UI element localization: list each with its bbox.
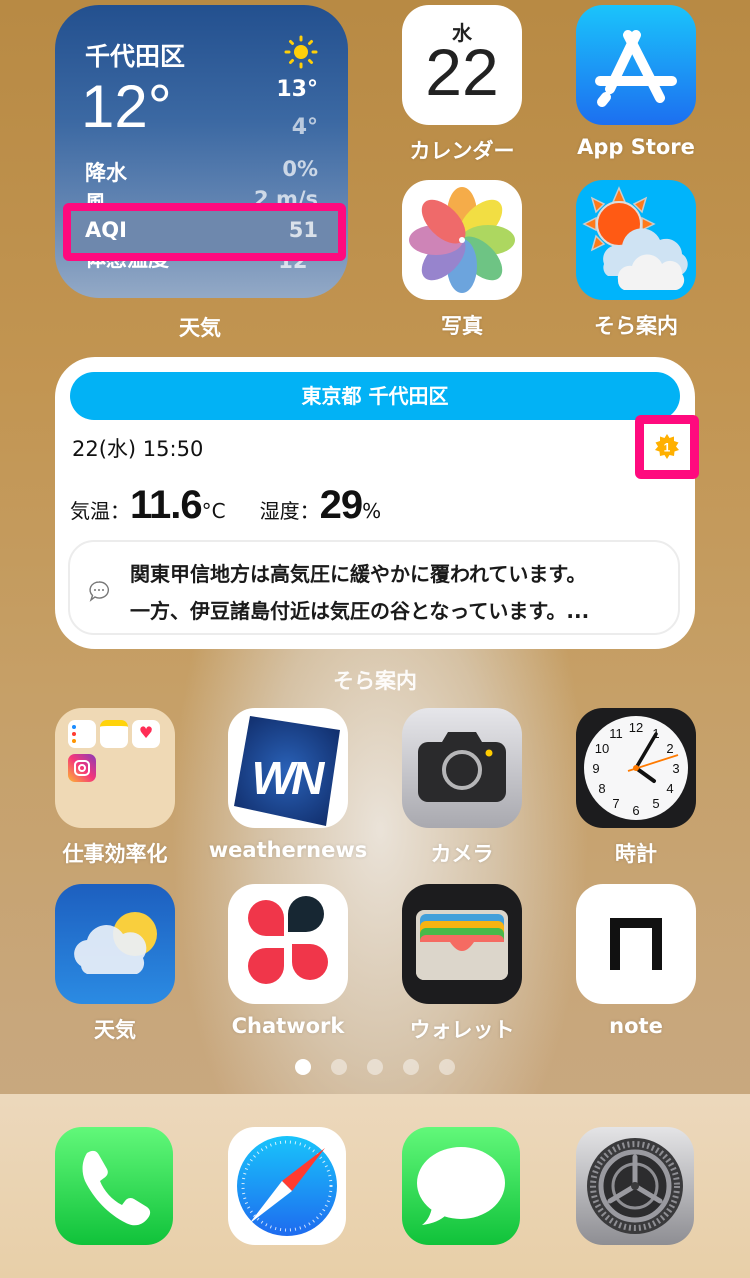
messages-icon [417, 1147, 505, 1225]
warning-level-badge-icon: 1 [655, 434, 679, 459]
app-label: そら案内 [594, 314, 678, 338]
app-folder-productivity[interactable]: ♥ 仕事効率化 [55, 708, 175, 868]
note-icon [576, 884, 696, 1004]
app-app-store[interactable]: App Store [576, 5, 696, 159]
dock-safari[interactable] [228, 1127, 346, 1245]
dock-settings[interactable] [576, 1127, 694, 1245]
app-photos[interactable]: 写真 [402, 180, 522, 340]
temp-label: 気温： [70, 499, 130, 523]
app-label: Chatwork [231, 1014, 345, 1038]
temp-unit: °C [201, 499, 226, 523]
row-value: 0% [282, 157, 318, 181]
sora-annai-widget[interactable]: 東京都 千代田区 22(水) 15:50 1 気温： 11.6 °C 湿度： 2… [55, 357, 699, 649]
weather-city: 千代田区 [85, 42, 186, 71]
message-line: 一方、伊豆諸島付近は気圧の谷となっています。... [130, 599, 590, 623]
calendar-icon: 水 22 [402, 5, 522, 125]
weather-widget-label: 天気 [179, 316, 221, 340]
weather-low: 4° [291, 115, 318, 140]
svg-text:10: 10 [595, 741, 609, 756]
svg-text:3: 3 [672, 761, 679, 776]
gear-icon [587, 1138, 683, 1234]
app-sora-annai[interactable]: そら案内 [576, 180, 696, 340]
badge-value: 1 [664, 441, 671, 455]
app-weathernews[interactable]: WN weathernews [209, 708, 367, 862]
app-label: weathernews [208, 838, 368, 862]
app-note[interactable]: note [576, 884, 696, 1038]
folder-icon: ♥ [55, 708, 175, 828]
svg-text:2: 2 [666, 741, 673, 756]
svg-text:4: 4 [666, 781, 673, 796]
svg-text:8: 8 [598, 781, 605, 796]
photos-icon [402, 180, 522, 300]
sora-annai-icon [576, 180, 696, 300]
page-dot[interactable] [403, 1059, 419, 1075]
svg-text:6: 6 [632, 803, 639, 818]
app-chatwork[interactable]: Chatwork [228, 884, 348, 1038]
clock-icon: 1212 345 678 91011 [576, 708, 696, 828]
speech-bubble-icon [89, 581, 110, 602]
app-label: 仕事効率化 [62, 842, 168, 866]
calendar-day: 22 [425, 35, 499, 109]
app-camera[interactable]: カメラ [402, 708, 522, 868]
svg-text:5: 5 [652, 796, 659, 811]
svg-text:WN: WN [252, 752, 325, 804]
page-dot[interactable] [295, 1059, 311, 1075]
weathernews-icon: WN [228, 708, 348, 828]
instagram-mini-icon [68, 754, 96, 782]
sora-message-box[interactable]: 関東甲信地方は高気圧に緩やかに覆われています。 一方、伊豆諸島付近は気圧の谷とな… [68, 540, 680, 635]
humidity-label: 湿度： [259, 499, 320, 523]
app-label: カレンダー [409, 139, 515, 163]
svg-text:9: 9 [592, 761, 599, 776]
sun-icon [284, 35, 318, 69]
app-label: 時計 [615, 842, 657, 866]
chatwork-icon [228, 884, 348, 1004]
sora-widget-label: そら案内 [333, 669, 417, 693]
svg-text:11: 11 [609, 726, 623, 741]
sora-location-bar: 東京都 千代田区 [70, 372, 680, 420]
notes-mini-icon [100, 720, 128, 748]
safari-icon [237, 1136, 337, 1236]
sora-datetime: 22(水) 15:50 [72, 437, 204, 461]
aqi-highlight-box [63, 203, 346, 261]
dock-messages[interactable] [402, 1127, 520, 1245]
reminders-mini-icon [68, 720, 96, 748]
message-line: 関東甲信地方は高気圧に緩やかに覆われています。 [130, 562, 587, 586]
app-weather[interactable]: 天気 [55, 884, 175, 1044]
app-label: App Store [577, 135, 695, 159]
svg-text:12: 12 [629, 720, 643, 735]
camera-icon [402, 708, 522, 828]
dock-phone[interactable] [55, 1127, 173, 1245]
weather-icon [55, 884, 175, 1004]
wallet-icon [402, 884, 522, 1004]
app-label: 天気 [94, 1018, 136, 1042]
health-mini-icon: ♥ [132, 720, 160, 748]
page-dot[interactable] [367, 1059, 383, 1075]
sora-metrics: 気温： 11.6 °C 湿度： 29 % [70, 483, 415, 528]
weather-current-temp: 12° [81, 73, 172, 140]
temp-value: 11.6 [130, 483, 203, 527]
app-label: カメラ [430, 842, 494, 866]
weather-row-precip: 降水 0% [85, 157, 318, 187]
page-dot[interactable] [331, 1059, 347, 1075]
app-label: 写真 [441, 314, 483, 338]
weather-high: 13° [276, 77, 318, 102]
app-clock[interactable]: 1212 345 678 91011 時計 [576, 708, 696, 868]
badge-highlight-box: 1 [635, 415, 699, 479]
svg-text:7: 7 [612, 796, 619, 811]
page-indicator[interactable] [295, 1059, 455, 1075]
app-label: ウォレット [409, 1018, 515, 1042]
app-wallet[interactable]: ウォレット [402, 884, 522, 1044]
app-calendar[interactable]: 水 22 カレンダー [402, 5, 522, 165]
page-dot[interactable] [439, 1059, 455, 1075]
row-label: 降水 [85, 161, 127, 185]
app-label: note [609, 1014, 663, 1038]
phone-icon [82, 1150, 151, 1226]
humidity-value: 29 [319, 483, 363, 527]
humidity-unit: % [362, 499, 382, 523]
forecast-message: 関東甲信地方は高気圧に緩やかに覆われています。 一方、伊豆諸島付近は気圧の谷とな… [130, 556, 589, 630]
app-store-icon [576, 5, 696, 125]
